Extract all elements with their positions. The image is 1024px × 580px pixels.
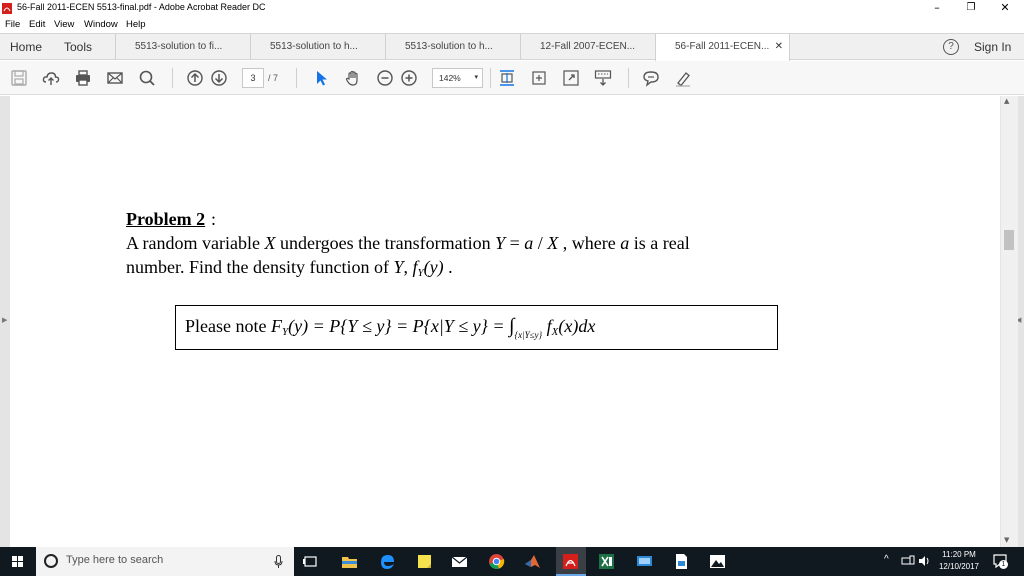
problem-statement-line-1: A random variable X undergoes the transf…	[126, 233, 690, 253]
taskbar-search-box[interactable]: Type here to search	[36, 547, 294, 576]
note-formula: Please note FY(y) = P{Y ≤ y} = P{x|Y ≤ y…	[185, 315, 596, 340]
cloud-upload-icon[interactable]	[42, 69, 60, 87]
document-tab[interactable]: 12-Fall 2007-ECEN...	[520, 34, 655, 60]
toolbar-separator	[628, 68, 629, 88]
hand-tool-icon[interactable]	[344, 69, 362, 87]
system-clock[interactable]: 11:20 PM 12/10/2017	[934, 549, 984, 573]
task-view-icon[interactable]	[302, 553, 319, 570]
clock-date: 12/10/2017	[938, 562, 980, 571]
vertical-scrollbar[interactable]: ▲ ▼	[1001, 96, 1018, 547]
windows-logo-icon	[12, 556, 23, 567]
print-icon[interactable]	[74, 69, 92, 87]
document-tab-label: 12-Fall 2007-ECEN...	[540, 41, 636, 52]
tab-tools[interactable]: Tools	[64, 34, 92, 60]
restore-button[interactable]: ❐	[954, 0, 988, 17]
help-icon[interactable]: ?	[943, 39, 959, 55]
microphone-icon[interactable]	[274, 555, 283, 569]
remote-desktop-icon[interactable]	[636, 553, 653, 570]
acrobat-taskbar-button-active[interactable]	[556, 547, 586, 576]
tab-home[interactable]: Home	[10, 34, 42, 60]
problem-statement-line-2: number. Find the density function of Y, …	[126, 257, 453, 279]
close-tab-icon[interactable]: ✕	[775, 34, 783, 60]
tab-bar: Home Tools 5513-solution to fi... 5513-s…	[0, 33, 1024, 61]
mail-icon[interactable]	[451, 553, 468, 570]
comment-icon[interactable]	[642, 69, 660, 87]
toolbar-separator	[490, 68, 491, 88]
menu-window[interactable]: Window	[84, 19, 118, 30]
sticky-notes-icon[interactable]	[416, 553, 433, 570]
minimize-button[interactable]: –	[920, 0, 954, 17]
left-panel-toggle-icon[interactable]: ▶	[2, 316, 7, 324]
menu-help[interactable]: Help	[126, 19, 146, 30]
cortana-icon	[44, 554, 58, 568]
problem-title: Problem 2	[126, 209, 206, 229]
document-tab[interactable]: 5513-solution to fi...	[115, 34, 250, 60]
document-tab[interactable]: 5513-solution to h...	[385, 34, 520, 60]
chevron-down-icon: ▾	[474, 74, 478, 81]
document-tab-active[interactable]: 56-Fall 2011-ECEN... ✕	[655, 34, 790, 61]
photos-icon[interactable]	[709, 553, 726, 570]
page-number-input[interactable]: 3	[242, 68, 264, 88]
notification-count-badge: 1	[999, 560, 1008, 569]
menu-edit[interactable]: Edit	[29, 19, 45, 30]
document-app-icon[interactable]	[673, 553, 690, 570]
edge-browser-icon[interactable]	[379, 553, 396, 570]
full-screen-icon[interactable]	[562, 69, 580, 87]
file-explorer-icon[interactable]	[341, 553, 358, 570]
matlab-icon[interactable]	[524, 553, 541, 570]
select-cursor-icon[interactable]	[312, 69, 330, 87]
email-icon[interactable]	[106, 69, 124, 87]
window-title: 56-Fall 2011-ECEN 5513-final.pdf - Adobe…	[17, 2, 266, 12]
sign-in-link[interactable]: Sign In	[974, 34, 1011, 60]
search-placeholder: Type here to search	[66, 554, 164, 566]
menu-file[interactable]: File	[5, 19, 20, 30]
notification-center-icon[interactable]: 1	[992, 553, 1008, 569]
acrobat-reader-icon	[563, 554, 578, 569]
title-bar: 56-Fall 2011-ECEN 5513-final.pdf - Adobe…	[0, 0, 1024, 17]
save-icon[interactable]	[10, 69, 28, 87]
menu-bar: File Edit View Window Help	[0, 17, 1024, 33]
previous-page-icon[interactable]	[186, 69, 204, 87]
clock-time: 11:20 PM	[942, 550, 976, 559]
close-window-button[interactable]: ✕	[988, 0, 1022, 17]
tray-overflow-icon[interactable]: ^	[884, 554, 889, 565]
acrobat-app-icon	[2, 3, 12, 14]
toolbar: 3 / 7 142% ▾	[0, 61, 1024, 95]
document-tab-label: 5513-solution to fi...	[135, 41, 223, 52]
scroll-up-icon[interactable]: ▲	[1004, 97, 1009, 105]
zoom-in-icon[interactable]	[400, 69, 418, 87]
scrollbar-thumb[interactable]	[1004, 230, 1014, 250]
document-tab-label: 5513-solution to h...	[405, 41, 493, 52]
document-tab-label: 5513-solution to h...	[270, 41, 358, 52]
next-page-icon[interactable]	[210, 69, 228, 87]
rotate-view-icon[interactable]	[530, 69, 548, 87]
scroll-down-icon[interactable]: ▼	[1004, 536, 1009, 544]
document-tab[interactable]: 5513-solution to h...	[250, 34, 385, 60]
toolbar-separator	[172, 68, 173, 88]
zoom-level-value: 142%	[439, 73, 461, 83]
toolbar-separator	[296, 68, 297, 88]
excel-icon[interactable]	[598, 553, 615, 570]
read-mode-icon[interactable]	[594, 69, 612, 87]
zoom-level-select[interactable]: 142% ▾	[432, 68, 483, 88]
windows-taskbar: Type here to search ^ 11:20 PM 12/10/201…	[0, 547, 1024, 576]
windows-start-button[interactable]	[0, 547, 36, 576]
page-total: / 7	[268, 73, 279, 83]
note-box: Please note FY(y) = P{Y ≤ y} = P{x|Y ≤ y…	[175, 305, 778, 350]
problem-title-colon: :	[211, 209, 217, 229]
volume-icon[interactable]	[918, 555, 931, 567]
menu-view[interactable]: View	[54, 19, 74, 30]
highlight-pen-icon[interactable]	[674, 69, 692, 87]
search-icon[interactable]	[138, 69, 156, 87]
zoom-out-icon[interactable]	[376, 69, 394, 87]
fit-page-icon[interactable]	[498, 69, 516, 87]
chrome-icon[interactable]	[488, 553, 505, 570]
document-tab-label: 56-Fall 2011-ECEN...	[675, 41, 770, 52]
network-icon[interactable]	[901, 555, 915, 567]
